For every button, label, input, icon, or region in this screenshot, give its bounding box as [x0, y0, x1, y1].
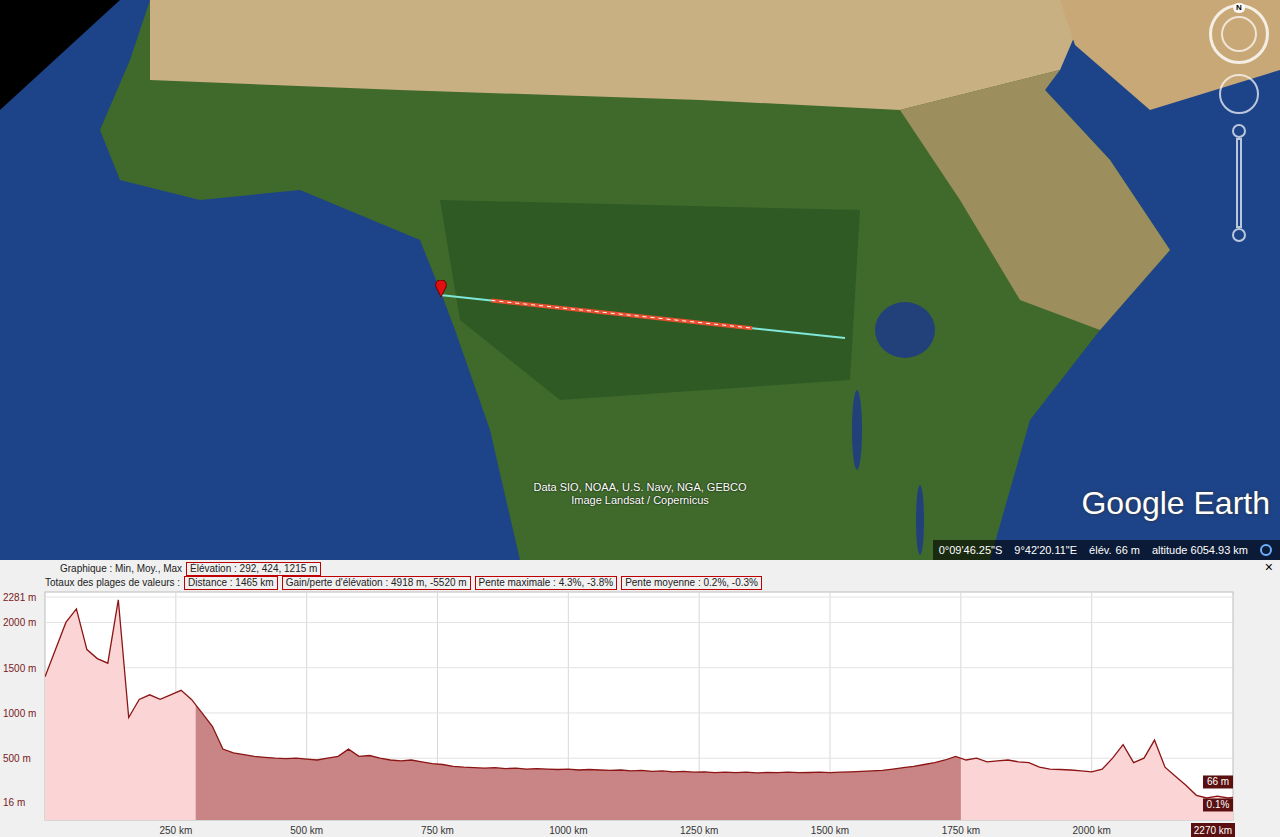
x-tick-label: 1500 km — [811, 825, 849, 836]
y-gridline — [45, 667, 1233, 668]
elevation-line — [45, 600, 1233, 798]
longitude: 9°42'20.11"E — [1014, 542, 1077, 559]
y-tick-label: 2000 m — [3, 617, 36, 628]
path-overlay — [0, 0, 1280, 560]
y-gridline — [45, 597, 1233, 598]
x-tick-label: 1750 km — [942, 825, 980, 836]
x-tick-label: 1250 km — [680, 825, 718, 836]
zoom-out-knob[interactable] — [1232, 228, 1246, 242]
elevation: élév.66 m — [1089, 542, 1140, 559]
selected-range-area — [196, 600, 961, 820]
placemark-pin-icon[interactable] — [434, 280, 448, 298]
total-stat: Pente maximale : 4.3%, -3.8% — [475, 576, 618, 590]
elevation-stat: Élévation : 292, 424, 1215 m — [186, 562, 321, 576]
streaming-indicator-icon — [1260, 544, 1272, 556]
total-stat: Distance : 1465 km — [184, 576, 278, 590]
look-control[interactable] — [1219, 74, 1259, 114]
compass-ring — [1221, 16, 1257, 52]
close-button[interactable]: × — [1262, 560, 1276, 574]
y-tick-label: 1000 m — [3, 708, 36, 719]
y-tick-label: 500 m — [3, 753, 31, 764]
marker-slope-box — [1203, 798, 1233, 811]
y-gridline — [45, 712, 1233, 713]
map-view[interactable]: N Data SIO, NOAA, U.S. Navy, NGA, GEBCOIm… — [0, 0, 1280, 560]
x-tick-label: 250 km — [159, 825, 192, 836]
y-tick-label: 1500 m — [3, 663, 36, 674]
totals-label: Totaux des plages de valeurs : — [45, 577, 180, 589]
attribution-line: Data SIO, NOAA, U.S. Navy, NGA, GEBCO — [533, 481, 746, 494]
attribution-line: Image Landsat / Copernicus — [571, 494, 709, 507]
y-gridline — [45, 622, 1233, 623]
elevation-chart[interactable]: 2281 m 2000 m 1500 m 1000 m 500 m 16 m 250 km 5… — [0, 590, 1280, 837]
elevation-area — [45, 600, 1233, 820]
globe-map[interactable] — [0, 0, 1280, 560]
x-tick-label: 1000 km — [549, 825, 587, 836]
marker-elevation-box — [1203, 775, 1233, 788]
compass-north: N — [1233, 3, 1245, 13]
google-earth-logo: Google Earth — [1081, 484, 1270, 522]
x-tick-label: 500 km — [290, 825, 323, 836]
total-stat: Gain/perte d'élévation : 4918 m, -5520 m — [282, 576, 471, 590]
end-label: 2270 km — [1194, 825, 1232, 836]
graph-label: Graphique : Min, Moy., Max — [60, 563, 182, 575]
zoom-slider[interactable] — [1232, 124, 1246, 242]
marker-elevation: 66 m — [1207, 776, 1229, 787]
marker-slope: 0.1% — [1207, 799, 1230, 810]
latitude: 0°09'46.25"S — [939, 542, 1003, 559]
graph-row: Graphique : Min, Moy., Max Élévation : 29… — [0, 560, 1280, 576]
status-bar: 0°09'46.25"S 9°42'20.11"E élév.66 m altitud… — [933, 540, 1280, 560]
navigation-controls[interactable]: N — [1206, 4, 1272, 242]
google-earth-window: N Data SIO, NOAA, U.S. Navy, NGA, GEBCOIm… — [0, 0, 1280, 837]
total-stat: Pente moyenne : 0.2%, -0.3% — [621, 576, 762, 590]
x-tick-label: 2000 km — [1073, 825, 1111, 836]
totals-row: Totaux des plages de valeurs : Distance :… — [0, 576, 1280, 590]
y-tick-label: 2281 m — [3, 592, 36, 603]
end-label-box — [1191, 823, 1235, 837]
y-tick-label: 16 m — [3, 797, 25, 808]
zoom-in-knob[interactable] — [1232, 124, 1246, 138]
elevation-profile-panel: × Graphique : Min, Moy., Max Élévation : 2… — [0, 560, 1280, 837]
attribution: Data SIO, NOAA, U.S. Navy, NGA, GEBCOIma… — [520, 481, 760, 507]
x-tick-label: 750 km — [421, 825, 454, 836]
compass[interactable]: N — [1209, 4, 1269, 64]
zoom-track[interactable] — [1236, 138, 1242, 228]
altitude: altitude 6054.93 km — [1152, 542, 1248, 559]
